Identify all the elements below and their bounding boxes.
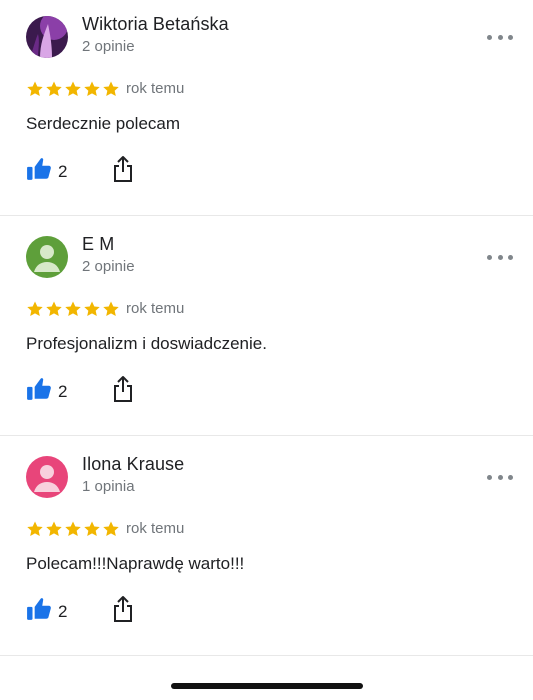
star-icon [65, 301, 81, 317]
review-time: rok temu [126, 300, 185, 317]
star-icon [46, 521, 62, 537]
default-avatar-green-icon [26, 236, 68, 278]
star-icon [103, 81, 119, 97]
star-icon [27, 301, 43, 317]
thumbs-up-icon[interactable] [26, 596, 52, 622]
author-review-count: 2 opinie [82, 38, 135, 55]
star-icon [103, 301, 119, 317]
review-time: rok temu [126, 520, 185, 537]
author-avatar[interactable] [26, 456, 68, 498]
author-name[interactable]: E M [82, 234, 114, 255]
home-indicator[interactable] [171, 683, 363, 689]
divider [0, 435, 533, 436]
author-review-count: 2 opinie [82, 258, 135, 275]
star-rating [26, 300, 120, 318]
review-text: Serdecznie polecam [26, 114, 181, 133]
star-icon [46, 81, 62, 97]
divider [0, 655, 533, 656]
star-icon [84, 521, 100, 537]
star-icon [46, 301, 62, 317]
review-text: Polecam!!!Naprawdę warto!!! [26, 554, 245, 573]
author-review-count: 1 opinia [82, 478, 135, 495]
share-icon[interactable] [111, 155, 135, 183]
like-count: 2 [58, 382, 68, 401]
author-name[interactable]: Ilona Krause [82, 454, 184, 475]
star-rating [26, 80, 120, 98]
review-card: E M 2 opinie rok temu Profesjonalizm i d… [0, 220, 533, 436]
author-name[interactable]: Wiktoria Betańska [82, 14, 229, 35]
thumbs-up-icon[interactable] [26, 156, 52, 182]
default-avatar-pink-icon [26, 456, 68, 498]
thumbs-up-icon[interactable] [26, 376, 52, 402]
star-icon [65, 81, 81, 97]
like-count: 2 [58, 602, 68, 621]
share-icon[interactable] [111, 595, 135, 623]
review-card: Ilona Krause 1 opinia rok temu Polecam!!… [0, 440, 533, 656]
star-icon [65, 521, 81, 537]
star-icon [27, 81, 43, 97]
photo-avatar-image [26, 16, 68, 58]
review-time: rok temu [126, 80, 185, 97]
more-options-icon[interactable] [487, 246, 513, 268]
review-card: Wiktoria Betańska 2 opinie rok temu Serd… [0, 0, 533, 216]
star-icon [27, 521, 43, 537]
more-options-icon[interactable] [487, 26, 513, 48]
review-text: Profesjonalizm i doswiadczenie. [26, 334, 267, 353]
author-avatar[interactable] [26, 236, 68, 278]
author-avatar[interactable] [26, 16, 68, 58]
star-rating [26, 520, 120, 538]
star-icon [84, 81, 100, 97]
divider [0, 215, 533, 216]
like-count: 2 [58, 162, 68, 181]
star-icon [103, 521, 119, 537]
star-icon [84, 301, 100, 317]
share-icon[interactable] [111, 375, 135, 403]
more-options-icon[interactable] [487, 466, 513, 488]
